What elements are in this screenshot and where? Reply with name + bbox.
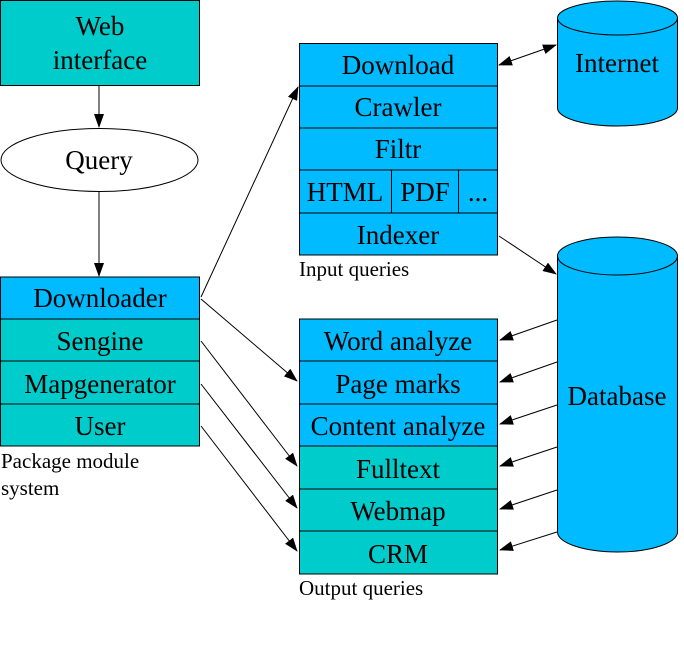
- arrow-database-to-page-marks: [499, 361, 558, 383]
- arrow-mapgenerator-to-webmap: [200, 383, 298, 509]
- input-item-filtr: Filtr: [375, 134, 422, 164]
- input-queries-box: Download Crawler Filtr HTML PDF ... Inde…: [299, 43, 498, 256]
- query-ellipse: Query: [0, 128, 199, 192]
- format-pdf: PDF: [400, 177, 450, 207]
- input-item-download: Download: [342, 50, 455, 80]
- arrow-database-to-crm: [499, 531, 558, 551]
- input-item-crawler: Crawler: [355, 92, 442, 122]
- web-interface-line2: interface: [53, 45, 147, 75]
- arrow-download-internet: [498, 44, 557, 66]
- output-queries-box: Word analyze Page marks Content analyze …: [299, 318, 498, 575]
- database-label: Database: [568, 381, 667, 411]
- arrow-database-to-content-analyze: [499, 404, 558, 425]
- format-html: HTML: [307, 177, 384, 207]
- package-item-mapgenerator: Mapgenerator: [24, 369, 175, 399]
- arrow-sengine-to-fulltext: [200, 340, 298, 467]
- input-item-indexer: Indexer: [357, 220, 439, 250]
- web-interface-line1: Web: [76, 11, 125, 41]
- output-caption: Output queries: [299, 576, 423, 600]
- architecture-diagram: Web interface Query Downloader Sengine M…: [0, 0, 678, 600]
- package-item-downloader: Downloader: [33, 283, 166, 313]
- output-item-content-analyze: Content analyze: [311, 411, 486, 441]
- output-item-fulltext: Fulltext: [356, 454, 441, 484]
- database-cylinder: Database: [557, 236, 678, 553]
- package-caption-line1: Package module: [1, 449, 139, 473]
- output-item-webmap: Webmap: [350, 496, 445, 526]
- arrow-user-to-crm: [200, 425, 298, 552]
- arrow-downloader-to-download: [200, 86, 299, 298]
- arrow-database-to-fulltext: [499, 446, 558, 467]
- arrow-indexer-to-database: [498, 235, 557, 275]
- output-item-word-analyze: Word analyze: [324, 326, 473, 356]
- query-label: Query: [65, 145, 133, 175]
- package-caption-line2: system: [1, 476, 59, 500]
- internet-label: Internet: [575, 48, 659, 78]
- output-item-page-marks: Page marks: [335, 369, 460, 399]
- package-item-sengine: Sengine: [57, 326, 144, 356]
- format-more: ...: [468, 177, 488, 207]
- internet-cylinder: Internet: [557, 0, 678, 127]
- arrow-database-to-webmap: [499, 489, 558, 510]
- output-item-crm: CRM: [368, 539, 428, 569]
- arrow-database-to-word-analyze: [499, 319, 558, 341]
- arrow-downloader-to-page-marks: [200, 298, 298, 382]
- package-item-user: User: [75, 411, 126, 441]
- input-caption: Input queries: [299, 257, 409, 281]
- web-interface-box: Web interface: [0, 0, 200, 86]
- package-module-box: Downloader Sengine Mapgenerator User: [0, 276, 200, 447]
